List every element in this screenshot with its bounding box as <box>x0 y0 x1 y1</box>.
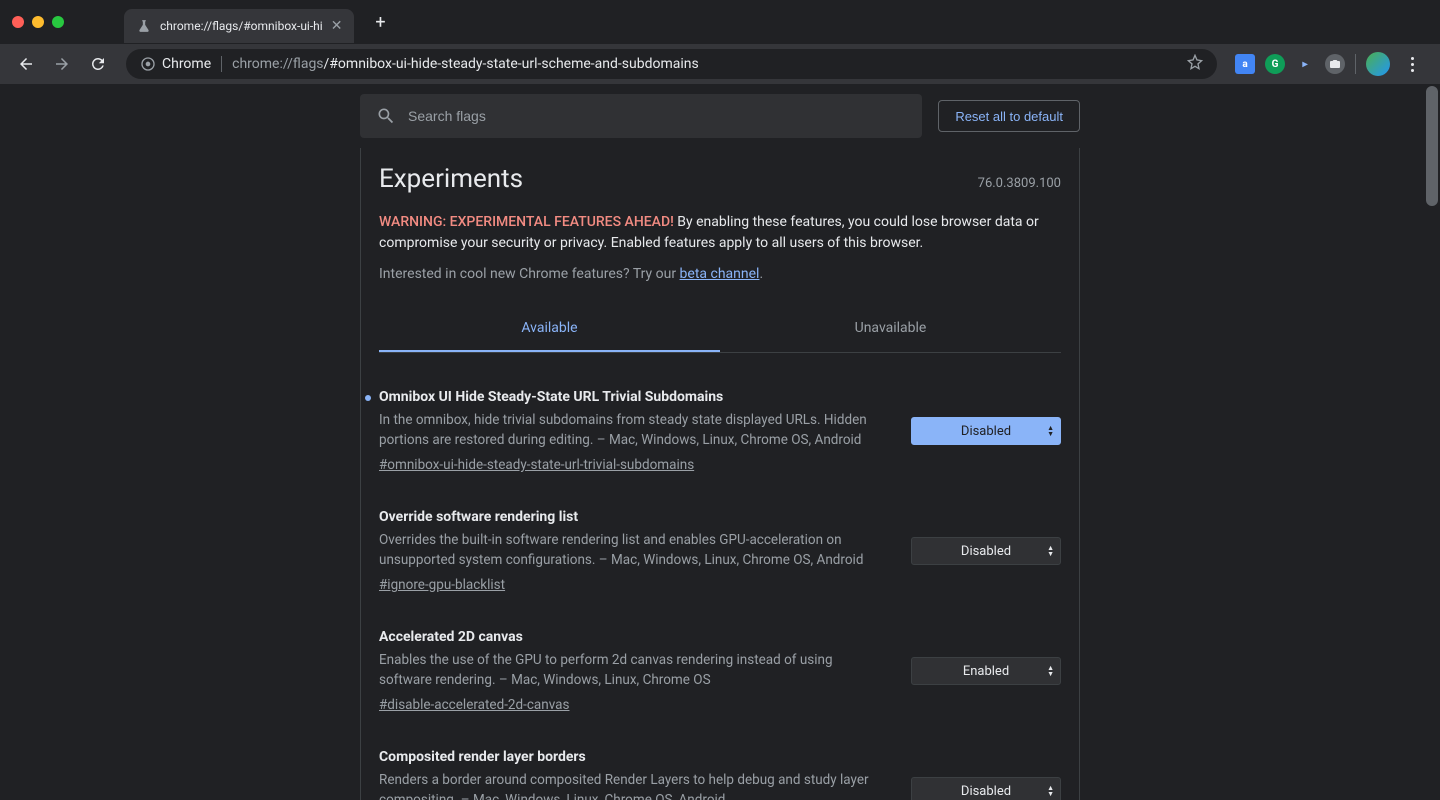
modified-dot-icon <box>365 395 371 401</box>
flag-title: Omnibox UI Hide Steady-State URL Trivial… <box>379 389 887 405</box>
browser-toolbar: Chrome chrome://flags/#omnibox-ui-hide-s… <box>0 44 1440 84</box>
flag-hash-link[interactable]: #omnibox-ui-hide-steady-state-url-trivia… <box>379 457 694 473</box>
traffic-lights <box>12 16 64 28</box>
new-tab-button[interactable]: + <box>366 8 394 36</box>
forward-button[interactable] <box>46 48 78 80</box>
flag-state-select[interactable]: Disabled ▲▼ <box>911 777 1061 800</box>
flag-title: Override software rendering list <box>379 509 887 525</box>
extension-icon-1[interactable]: a <box>1235 54 1255 74</box>
flag-state-value: Disabled <box>961 424 1011 439</box>
tab-title: chrome://flags/#omnibox-ui-hi <box>160 19 323 33</box>
flags-tabs: Available Unavailable <box>379 306 1061 353</box>
flag-state-value: Disabled <box>961 784 1011 799</box>
security-chip[interactable]: Chrome <box>140 56 211 72</box>
omnibox-divider <box>221 56 222 72</box>
flag-hash-link[interactable]: #disable-accelerated-2d-canvas <box>379 697 569 713</box>
flag-entry: Override software rendering list Override… <box>379 509 1061 593</box>
reset-all-button[interactable]: Reset all to default <box>938 100 1080 132</box>
extension-icon-3[interactable]: ▸ <box>1295 54 1315 74</box>
flag-description: Renders a border around composited Rende… <box>379 771 887 800</box>
extension-grammarly-icon[interactable]: G <box>1265 54 1285 74</box>
flag-entry: Accelerated 2D canvas Enables the use of … <box>379 629 1061 713</box>
search-icon <box>376 106 396 126</box>
page-viewport: Reset all to default Experiments 76.0.38… <box>0 84 1440 800</box>
flag-state-select[interactable]: Disabled ▲▼ <box>911 537 1061 565</box>
flag-state-select[interactable]: Enabled ▲▼ <box>911 657 1061 685</box>
flag-description: In the omnibox, hide trivial subdomains … <box>379 411 887 450</box>
back-button[interactable] <box>10 48 42 80</box>
profile-avatar[interactable] <box>1366 52 1390 76</box>
warning-text: WARNING: EXPERIMENTAL FEATURES AHEAD! By… <box>379 212 1061 254</box>
chrome-version: 76.0.3809.100 <box>978 176 1061 191</box>
select-arrows-icon: ▲▼ <box>1047 545 1054 557</box>
search-flags-field[interactable] <box>360 94 922 138</box>
toolbar-divider <box>1355 54 1356 74</box>
flag-description: Overrides the built-in software renderin… <box>379 531 887 570</box>
beta-channel-text: Interested in cool new Chrome features? … <box>379 266 1061 282</box>
tab-available[interactable]: Available <box>379 306 720 352</box>
flag-entry: Composited render layer borders Renders a… <box>379 749 1061 800</box>
flag-state-value: Disabled <box>961 544 1011 559</box>
flag-entry: Omnibox UI Hide Steady-State URL Trivial… <box>379 389 1061 473</box>
tab-favicon-flask-icon <box>136 18 152 34</box>
reload-button[interactable] <box>82 48 114 80</box>
select-arrows-icon: ▲▼ <box>1047 425 1054 437</box>
browser-tab[interactable]: chrome://flags/#omnibox-ui-hi ✕ <box>124 9 354 43</box>
scrollbar-thumb[interactable] <box>1426 86 1438 206</box>
window-titlebar: chrome://flags/#omnibox-ui-hi ✕ + <box>0 0 1440 44</box>
flag-hash-link[interactable]: #ignore-gpu-blacklist <box>379 577 505 593</box>
window-close-button[interactable] <box>12 16 24 28</box>
tab-close-button[interactable]: ✕ <box>331 18 343 34</box>
extension-icons: a G ▸ <box>1235 52 1424 76</box>
tab-unavailable[interactable]: Unavailable <box>720 306 1061 352</box>
chrome-icon <box>140 56 156 72</box>
flag-title: Accelerated 2D canvas <box>379 629 887 645</box>
window-minimize-button[interactable] <box>32 16 44 28</box>
beta-channel-link[interactable]: beta channel <box>680 266 760 282</box>
url-text: chrome://flags/#omnibox-ui-hide-steady-s… <box>232 56 699 72</box>
search-input[interactable] <box>408 108 906 124</box>
bookmark-star-icon[interactable] <box>1187 54 1203 74</box>
window-maximize-button[interactable] <box>52 16 64 28</box>
flag-title: Composited render layer borders <box>379 749 887 765</box>
select-arrows-icon: ▲▼ <box>1047 665 1054 677</box>
extension-camera-icon[interactable] <box>1325 54 1345 74</box>
address-bar[interactable]: Chrome chrome://flags/#omnibox-ui-hide-s… <box>126 49 1217 79</box>
browser-menu-button[interactable] <box>1400 57 1424 72</box>
page-title: Experiments <box>379 164 523 194</box>
flag-state-select[interactable]: Disabled ▲▼ <box>911 417 1061 445</box>
flag-state-value: Enabled <box>963 664 1009 679</box>
security-label: Chrome <box>162 56 211 72</box>
flag-description: Enables the use of the GPU to perform 2d… <box>379 651 887 690</box>
select-arrows-icon: ▲▼ <box>1047 785 1054 797</box>
